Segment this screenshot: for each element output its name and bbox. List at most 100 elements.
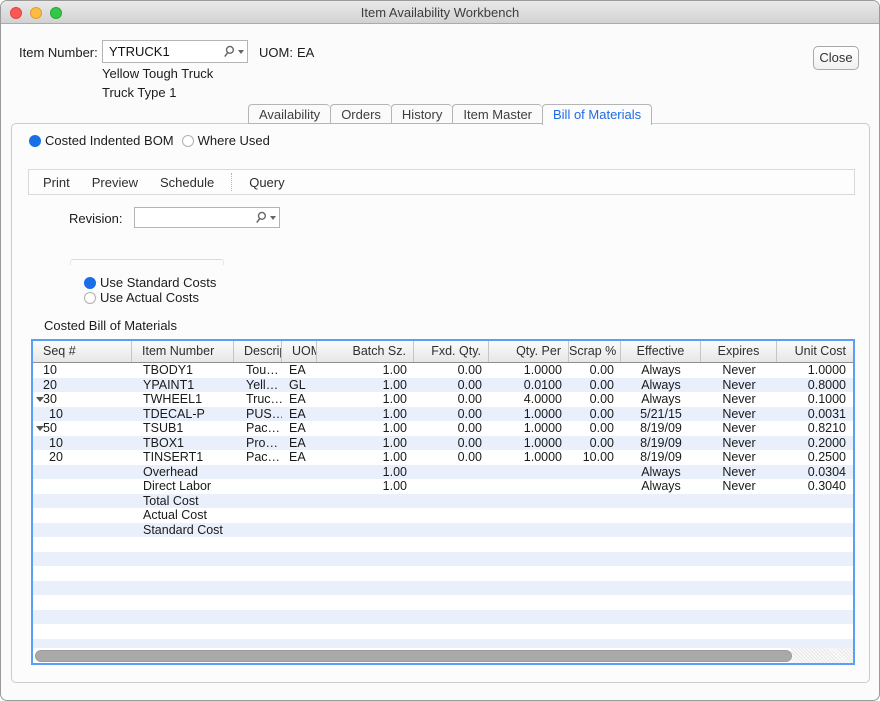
cell-exp: Never bbox=[722, 464, 756, 479]
table-row[interactable]: 30 TWHEEL1 Truc… EA 1.00 0.00 4.0000 0.00 Always… bbox=[33, 392, 853, 407]
table-row[interactable] bbox=[33, 566, 853, 581]
magnifier-icon bbox=[256, 211, 267, 223]
table-row[interactable] bbox=[33, 609, 853, 625]
revision-lookup-icon[interactable] bbox=[255, 211, 276, 224]
close-button[interactable]: Close bbox=[813, 46, 859, 70]
tab-orders[interactable]: Orders bbox=[330, 104, 391, 124]
cell-seq bbox=[33, 479, 132, 494]
cell-cost bbox=[777, 610, 853, 625]
column-header-qty[interactable]: Qty. Per bbox=[489, 341, 569, 362]
cell-eff: Always bbox=[641, 363, 681, 377]
schedule-button[interactable]: Schedule bbox=[149, 175, 225, 190]
table-row[interactable] bbox=[33, 537, 853, 552]
table-row[interactable]: Overhead 1.00 Always Never 0.0304 bbox=[33, 464, 853, 480]
toolbar: Print Preview Schedule Query bbox=[28, 169, 855, 195]
cell-fxd bbox=[414, 566, 489, 581]
table-row[interactable]: Actual Cost bbox=[33, 508, 853, 523]
table-row[interactable] bbox=[33, 580, 853, 596]
column-header-seq[interactable]: Seq # bbox=[33, 341, 132, 362]
cell-seq: 10 bbox=[43, 363, 57, 377]
preview-button[interactable]: Preview bbox=[81, 175, 149, 190]
cell-exp bbox=[701, 566, 777, 581]
cell-eff: 8/19/09 bbox=[640, 450, 682, 464]
column-header-desc[interactable]: Description bbox=[234, 341, 282, 362]
table-row[interactable]: 50 TSUB1 Pac… EA 1.00 0.00 1.0000 0.00 8/19/09 Ne… bbox=[33, 421, 853, 436]
cell-desc bbox=[234, 465, 282, 480]
table-row[interactable]: 20 TINSERT1 Pac… EA 1.00 0.00 1.0000 10.00 8/19/… bbox=[33, 450, 853, 465]
cell-qty bbox=[489, 581, 569, 596]
table-row[interactable] bbox=[33, 595, 853, 610]
where-used-radio[interactable] bbox=[181, 134, 194, 147]
cell-exp bbox=[701, 552, 777, 567]
tab-item-master[interactable]: Item Master bbox=[452, 104, 542, 124]
column-header-uom[interactable]: UOM bbox=[282, 341, 317, 362]
cell-fxd: 0.00 bbox=[457, 392, 482, 406]
bom-grid[interactable]: Seq #Item NumberDescriptionUOMBatch Sz.F… bbox=[31, 339, 855, 665]
cell-item: TBODY1 bbox=[143, 363, 194, 377]
costed-indented-bom-radio[interactable] bbox=[29, 134, 41, 147]
cell-fxd bbox=[414, 494, 489, 509]
tab-history[interactable]: History bbox=[390, 104, 453, 124]
cell-cost: 0.8000 bbox=[807, 377, 846, 392]
table-row[interactable]: 10 TBODY1 Tou… EA 1.00 0.00 1.0000 0.00 Always Ne… bbox=[33, 363, 853, 378]
cell-seq: 10 bbox=[49, 406, 63, 421]
cell-cost bbox=[777, 595, 853, 610]
cell-uom bbox=[282, 508, 317, 523]
table-row[interactable]: 10 TBOX1 Pro… EA 1.00 0.00 1.0000 0.00 8/19/09 Ne… bbox=[33, 435, 853, 450]
cell-eff bbox=[621, 494, 701, 509]
horizontal-scrollbar[interactable] bbox=[33, 648, 853, 663]
cell-fxd: 0.00 bbox=[457, 406, 482, 421]
table-row[interactable] bbox=[33, 551, 853, 567]
table-row[interactable]: Total Cost bbox=[33, 493, 853, 509]
cell-eff bbox=[621, 552, 701, 567]
cell-scrap: 0.00 bbox=[589, 392, 614, 406]
cell-desc: Pac… bbox=[246, 450, 281, 464]
grid-header-row: Seq #Item NumberDescriptionUOMBatch Sz.F… bbox=[33, 341, 853, 363]
column-header-item[interactable]: Item Number bbox=[132, 341, 234, 362]
cell-uom: EA bbox=[289, 363, 306, 377]
print-button[interactable]: Print bbox=[32, 175, 81, 190]
column-header-scrap[interactable]: Scrap % bbox=[569, 341, 621, 362]
cell-cost: 1.0000 bbox=[807, 363, 846, 377]
expander-icon[interactable] bbox=[36, 426, 44, 431]
cell-batch: 1.00 bbox=[382, 421, 407, 435]
item-number-lookup-icon[interactable] bbox=[223, 45, 244, 58]
cell-seq bbox=[33, 465, 132, 480]
cell-desc: Truc… bbox=[246, 392, 282, 406]
cell-item bbox=[132, 624, 234, 639]
cell-fxd bbox=[414, 610, 489, 625]
cell-eff bbox=[621, 610, 701, 625]
cell-desc bbox=[234, 552, 282, 567]
table-row[interactable]: Standard Cost bbox=[33, 522, 853, 537]
cell-uom bbox=[282, 581, 317, 596]
cell-exp: Never bbox=[722, 435, 756, 450]
cell-exp bbox=[701, 581, 777, 596]
column-header-eff[interactable]: Effective bbox=[621, 341, 701, 362]
table-row[interactable]: 10 TDECAL-P PUS… EA 1.00 0.00 1.0000 0.00 5/21/1… bbox=[33, 406, 853, 421]
scrollbar-thumb[interactable] bbox=[35, 649, 792, 662]
cell-item bbox=[132, 610, 234, 625]
tab-bill-of-materials[interactable]: Bill of Materials bbox=[542, 104, 653, 125]
mode-radio-group: Costed Indented BOM Where Used bbox=[29, 133, 270, 148]
table-row[interactable]: Direct Labor 1.00 Always Never 0.3040 bbox=[33, 479, 853, 494]
table-row[interactable]: 20 YPAINT1 Yell… GL 1.00 0.00 0.0100 0.00 Always… bbox=[33, 377, 853, 392]
cell-qty: 1.0000 bbox=[523, 363, 562, 377]
use-actual-costs-radio[interactable] bbox=[84, 291, 96, 304]
cell-desc bbox=[234, 581, 282, 596]
table-row[interactable] bbox=[33, 624, 853, 639]
cell-qty bbox=[489, 595, 569, 610]
cell-fxd bbox=[414, 537, 489, 552]
query-button[interactable]: Query bbox=[238, 175, 295, 190]
item-type: Truck Type 1 bbox=[102, 85, 177, 100]
column-header-batch[interactable]: Batch Sz. bbox=[317, 341, 414, 362]
cell-seq: 10 bbox=[49, 435, 63, 450]
tab-availability[interactable]: Availability bbox=[248, 104, 331, 124]
title-bar[interactable]: Item Availability Workbench bbox=[1, 1, 879, 24]
cell-exp bbox=[701, 624, 777, 639]
column-header-fxd[interactable]: Fxd. Qty. bbox=[414, 341, 489, 362]
use-standard-costs-radio[interactable] bbox=[84, 276, 96, 289]
cell-seq bbox=[33, 566, 132, 581]
column-header-exp[interactable]: Expires bbox=[701, 341, 777, 362]
column-header-cost[interactable]: Unit Cost bbox=[777, 341, 853, 362]
expander-icon[interactable] bbox=[36, 397, 44, 402]
